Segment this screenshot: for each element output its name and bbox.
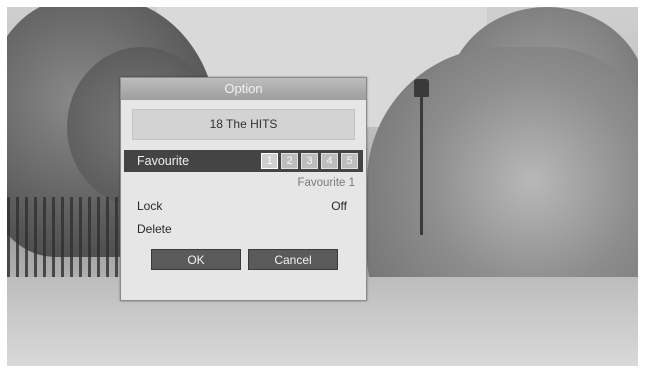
option-dialog: Option 18 The HITS Favourite 1 2 3 4 5 F… bbox=[120, 77, 367, 301]
channel-name: 18 The HITS bbox=[132, 109, 355, 140]
favourite-row[interactable]: Favourite 1 2 3 4 5 bbox=[124, 150, 363, 172]
lock-value: Off bbox=[331, 199, 347, 213]
favourite-number-4[interactable]: 4 bbox=[321, 153, 338, 169]
background-lamp-head bbox=[414, 79, 429, 97]
ok-button[interactable]: OK bbox=[151, 249, 241, 270]
favourite-number-2[interactable]: 2 bbox=[281, 153, 298, 169]
favourite-number-group: 1 2 3 4 5 bbox=[261, 153, 358, 169]
favourite-number-1[interactable]: 1 bbox=[261, 153, 278, 169]
lock-option[interactable]: Lock bbox=[137, 199, 162, 213]
background-lamp-pole bbox=[420, 85, 423, 235]
favourite-group-name: Favourite 1 bbox=[297, 177, 355, 189]
favourite-number-3[interactable]: 3 bbox=[301, 153, 318, 169]
dialog-title: Option bbox=[121, 78, 366, 100]
favourite-number-5[interactable]: 5 bbox=[341, 153, 358, 169]
cancel-button[interactable]: Cancel bbox=[248, 249, 338, 270]
favourite-label: Favourite bbox=[137, 154, 190, 168]
tv-frame: Option 18 The HITS Favourite 1 2 3 4 5 F… bbox=[0, 0, 645, 373]
delete-option[interactable]: Delete bbox=[137, 222, 172, 236]
